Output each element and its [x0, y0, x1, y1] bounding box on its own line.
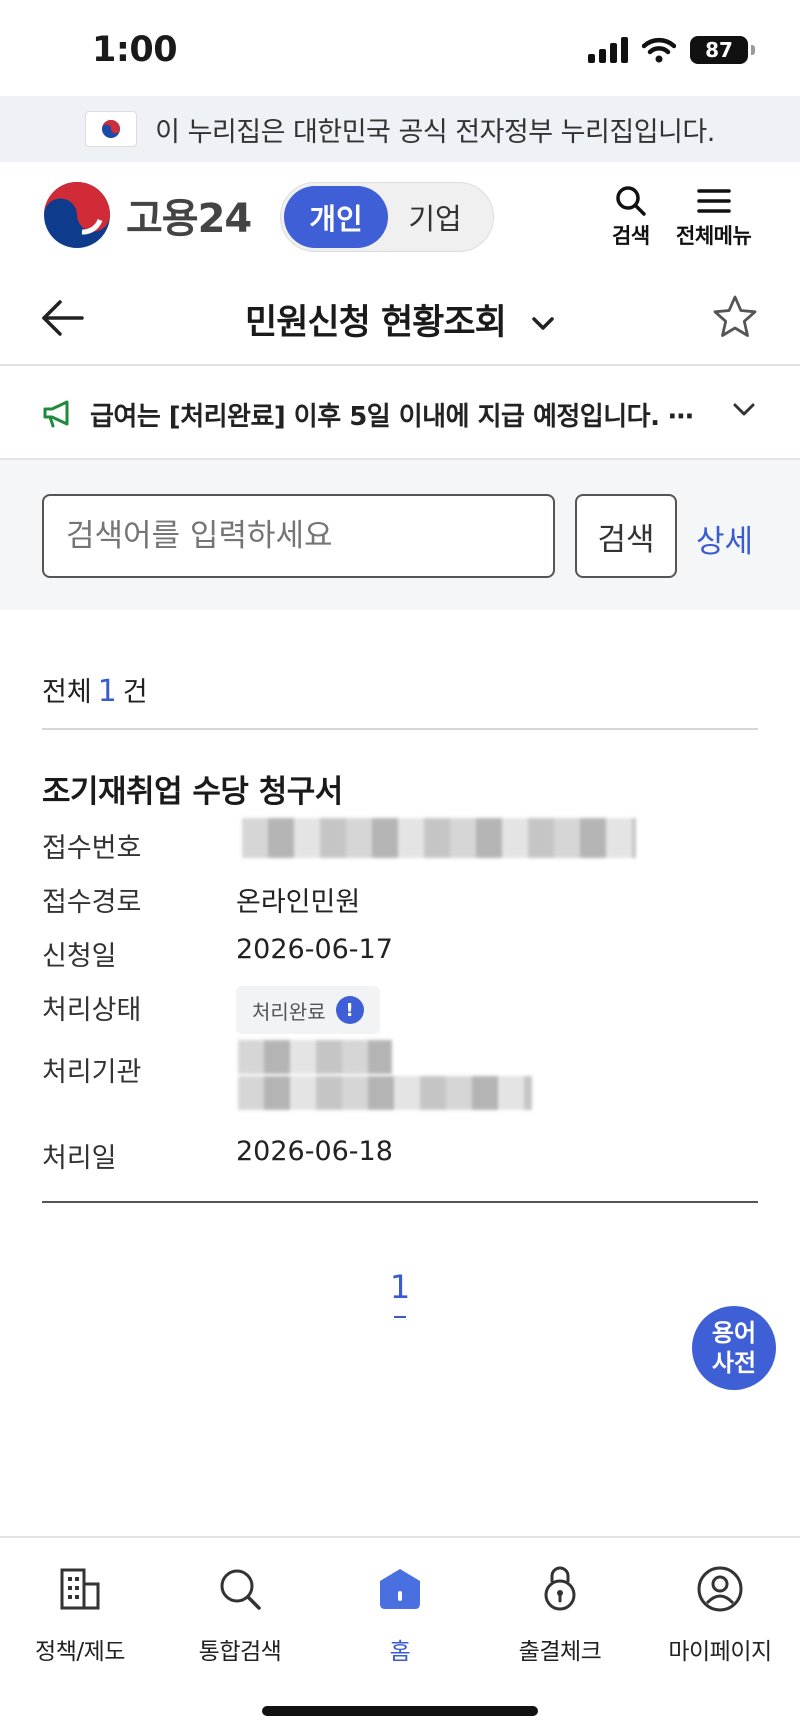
agency-redacted-line2: [238, 1076, 532, 1110]
bottom-tab-bar: 정책/제도 통합검색 홈 출결체크 마이페이지: [0, 1536, 800, 1732]
search-input[interactable]: [42, 494, 555, 578]
pagination-underline: [394, 1316, 406, 1318]
result-count-prefix: 전체: [42, 677, 92, 708]
result-count: 전체 1 건: [42, 670, 148, 709]
result-count-suffix: 건: [122, 677, 148, 708]
tab-policy[interactable]: 정책/제도: [0, 1558, 160, 1666]
list-divider-bottom: [42, 1201, 758, 1203]
site-header: 고용24 개인 기업 검색 전체메뉴: [0, 162, 800, 272]
channel-value: 온라인민원: [236, 887, 361, 918]
page-title[interactable]: 민원신청 현황조회: [0, 294, 800, 345]
header-search-button[interactable]: 검색: [612, 184, 650, 250]
search-area: 검색 상세: [0, 460, 800, 610]
list-divider: [42, 728, 758, 730]
result-count-number: 1: [97, 674, 117, 709]
pagination-current-page[interactable]: 1: [380, 1268, 420, 1306]
status-badge-text: 처리완료: [252, 999, 326, 1024]
tab-policy-label: 정책/제도: [35, 1639, 125, 1665]
process-date-label: 처리일: [42, 1143, 117, 1174]
notice-bar[interactable]: 급여는 [처리완료] 이후 5일 이내에 지급 예정입니다. ⋯: [0, 366, 800, 460]
gov-banner-text: 이 누리집은 대한민국 공식 전자정부 누리집입니다.: [155, 116, 715, 148]
process-date-value: 2026-06-18: [236, 1136, 393, 1167]
info-icon[interactable]: !: [335, 996, 364, 1024]
glossary-label-line1: 용어: [711, 1319, 757, 1347]
header-menu-label: 전체메뉴: [676, 224, 752, 248]
user-type-toggle: 개인 기업: [280, 182, 494, 252]
receipt-number-redacted: [242, 818, 636, 858]
application-title[interactable]: 조기재취업 수당 청구서: [42, 766, 343, 811]
status-time: 1:00: [92, 30, 178, 70]
status-badge[interactable]: 처리완료 !: [236, 986, 380, 1034]
search-icon: [220, 1569, 261, 1610]
tab-home[interactable]: 홈: [320, 1558, 480, 1666]
user-icon: [697, 1566, 743, 1612]
logo-text: 고용24: [126, 196, 252, 242]
hamburger-menu-icon: [696, 189, 731, 213]
glossary-label-line2: 사전: [711, 1349, 757, 1377]
toggle-business[interactable]: 기업: [385, 186, 485, 248]
home-indicator: [262, 1706, 538, 1716]
tab-attendance-label: 출결체크: [518, 1639, 602, 1665]
page-head: 민원신청 현황조회: [0, 272, 800, 366]
notice-text: 급여는 [처리완료] 이후 5일 이내에 지급 예정입니다. ⋯: [90, 402, 694, 432]
tab-attendance[interactable]: 출결체크: [480, 1558, 640, 1666]
search-button[interactable]: 검색: [575, 494, 677, 578]
tab-mypage-label: 마이페이지: [668, 1639, 772, 1665]
battery-indicator: 87: [690, 36, 755, 64]
tab-search-label: 통합검색: [198, 1639, 282, 1665]
apply-date-label: 신청일: [42, 941, 117, 972]
building-icon: [60, 1568, 100, 1610]
tab-mypage[interactable]: 마이페이지: [640, 1558, 800, 1666]
status-label: 처리상태: [42, 995, 142, 1026]
site-logo[interactable]: 고용24: [42, 180, 252, 250]
chevron-down-icon: [532, 317, 554, 330]
agency-label: 처리기관: [42, 1057, 142, 1088]
gov-banner[interactable]: 이 누리집은 대한민국 공식 전자정부 누리집입니다.: [0, 96, 800, 162]
apply-date-value: 2026-06-17: [236, 934, 393, 965]
home-icon: [380, 1569, 420, 1609]
cellular-signal-icon: [588, 37, 628, 63]
chevron-down-icon[interactable]: [732, 402, 756, 418]
korea-flag-icon: [85, 111, 138, 147]
search-icon: [616, 186, 646, 216]
status-bar: 1:00 87: [0, 0, 800, 96]
toggle-personal[interactable]: 개인: [284, 186, 388, 248]
page-title-text: 민원신청 현황조회: [245, 303, 507, 343]
tab-search[interactable]: 통합검색: [160, 1558, 320, 1666]
lock-icon: [544, 1566, 576, 1611]
header-menu-button[interactable]: 전체메뉴: [676, 184, 752, 250]
megaphone-icon: [43, 400, 69, 428]
receipt-number-label: 접수번호: [42, 833, 142, 864]
channel-label: 접수경로: [42, 887, 142, 918]
detail-search-link[interactable]: 상세: [696, 516, 753, 561]
wifi-icon: [642, 37, 676, 63]
favorite-button[interactable]: [712, 294, 758, 344]
header-search-label: 검색: [612, 224, 650, 248]
glossary-button[interactable]: 용어 사전: [692, 1306, 776, 1390]
agency-redacted-line1: [238, 1040, 392, 1074]
tab-home-label: 홈: [389, 1639, 411, 1665]
status-icons: 87: [588, 36, 755, 64]
gov-emblem-icon: [44, 182, 110, 248]
star-icon: [713, 295, 757, 337]
